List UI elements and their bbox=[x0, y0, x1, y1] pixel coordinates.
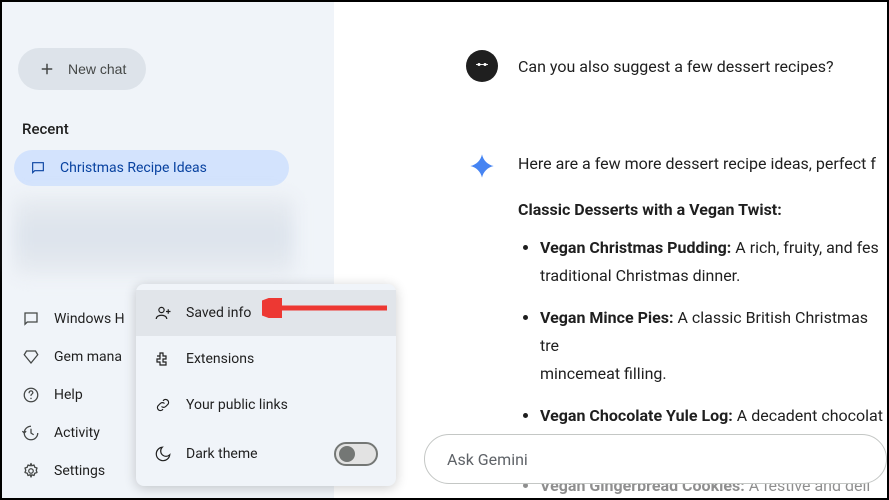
sidebar-item-gem-manager[interactable]: Gem mana bbox=[14, 338, 124, 376]
nav-label: Settings bbox=[54, 463, 105, 479]
nav-label: Help bbox=[54, 387, 83, 403]
sidebar-item-windows[interactable]: Windows H bbox=[14, 300, 124, 338]
gear-icon bbox=[22, 462, 40, 480]
history-icon bbox=[22, 424, 40, 442]
popup-item-label: Saved info bbox=[186, 305, 251, 321]
popup-item-label: Dark theme bbox=[186, 446, 258, 462]
gemini-sparkle-icon bbox=[466, 150, 498, 182]
chat-main: Can you also suggest a few dessert recip… bbox=[334, 2, 887, 498]
moon-icon bbox=[154, 445, 172, 463]
annotation-arrow bbox=[262, 298, 392, 318]
new-chat-button[interactable]: New chat bbox=[18, 48, 146, 90]
diamond-icon bbox=[22, 348, 40, 366]
new-chat-label: New chat bbox=[68, 61, 126, 77]
user-message: Can you also suggest a few dessert recip… bbox=[334, 38, 887, 94]
puzzle-icon bbox=[154, 350, 172, 368]
popup-item-dark-theme[interactable]: Dark theme bbox=[136, 428, 396, 480]
popup-item-label: Extensions bbox=[186, 351, 254, 367]
assistant-intro-text: Here are a few more dessert recipe ideas… bbox=[518, 150, 887, 178]
blurred-chat-items bbox=[14, 196, 294, 276]
prompt-input[interactable]: Ask Gemini bbox=[424, 434, 887, 484]
chat-bubble-icon bbox=[22, 310, 40, 328]
link-icon bbox=[154, 396, 172, 414]
user-message-text: Can you also suggest a few dessert recip… bbox=[518, 50, 834, 80]
dark-theme-toggle[interactable] bbox=[334, 442, 378, 466]
user-avatar-icon bbox=[466, 50, 498, 82]
nav-label: Activity bbox=[54, 425, 100, 441]
list-item: Vegan Christmas Pudding: A rich, fruity,… bbox=[540, 234, 887, 290]
plus-icon bbox=[38, 60, 56, 78]
popup-item-public-links[interactable]: Your public links bbox=[136, 382, 396, 428]
popup-item-label: Your public links bbox=[186, 397, 288, 413]
popup-item-extensions[interactable]: Extensions bbox=[136, 336, 396, 382]
list-item: Vegan Mince Pies: A classic British Chri… bbox=[540, 304, 887, 388]
help-icon bbox=[22, 386, 40, 404]
person-add-icon bbox=[154, 304, 172, 322]
chat-bubble-icon bbox=[30, 160, 46, 176]
section-heading: Classic Desserts with a Vegan Twist: bbox=[518, 196, 887, 224]
prompt-placeholder: Ask Gemini bbox=[447, 450, 528, 469]
nav-label: Windows H bbox=[54, 311, 124, 327]
recent-label: Recent bbox=[22, 120, 322, 138]
chat-item-label: Christmas Recipe Ideas bbox=[60, 160, 207, 176]
nav-label: Gem mana bbox=[54, 349, 122, 365]
sidebar-item-christmas-recipes[interactable]: Christmas Recipe Ideas bbox=[14, 150, 289, 186]
